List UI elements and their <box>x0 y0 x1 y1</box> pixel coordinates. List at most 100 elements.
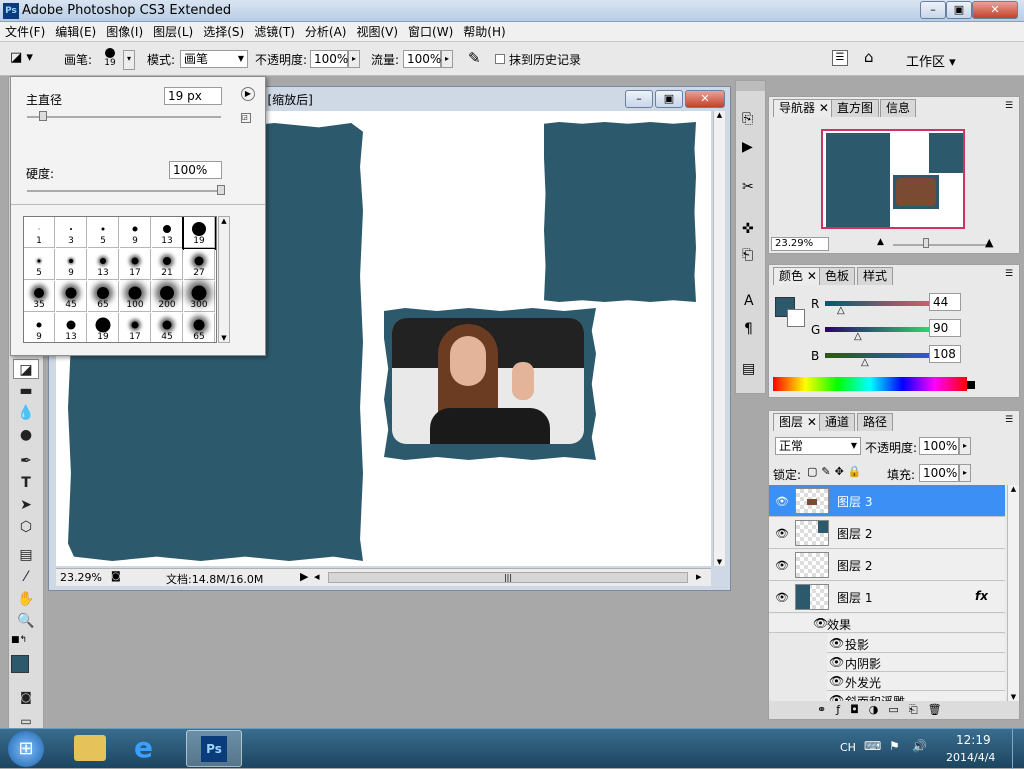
airbrush-icon[interactable]: ✎ <box>468 49 481 67</box>
clock-date[interactable]: 2014/4/4 <box>946 751 995 764</box>
status-icon[interactable]: ◙ <box>111 571 121 582</box>
paragraph-panel-icon[interactable]: ¶ <box>744 321 753 337</box>
effect-bevel-emboss[interactable]: 👁斜面和浮雕 <box>827 691 1005 701</box>
doc-close-button[interactable]: ✕ <box>685 90 725 108</box>
layers-scrollbar[interactable]: ▲ ▼ <box>1007 485 1019 701</box>
visibility-eye-icon[interactable]: 👁 <box>775 559 789 572</box>
effect-outer-glow[interactable]: 👁 外发光 <box>827 672 1005 691</box>
visibility-eye-icon[interactable]: 👁 <box>775 527 789 540</box>
menu-edit[interactable]: 编辑(E) <box>50 22 101 42</box>
tab-swatches[interactable]: 色板 <box>819 267 856 285</box>
show-desktop-button[interactable] <box>1012 729 1024 769</box>
navigator-zoom-thumb[interactable] <box>923 238 929 248</box>
brush-preset[interactable]: 5 <box>24 249 55 280</box>
eye-icon[interactable]: 👁 <box>813 616 828 630</box>
tab-channels[interactable]: 通道 <box>819 413 856 431</box>
foreground-color-swatch[interactable] <box>11 655 29 673</box>
new-group-icon[interactable]: ▭ <box>888 703 908 716</box>
brush-preset[interactable]: 35 <box>24 281 55 312</box>
tab-styles[interactable]: 样式 <box>857 267 894 285</box>
tab-layers[interactable]: 图层 ✕ <box>773 413 823 431</box>
workspace-menu[interactable]: 工作区 ▾ <box>906 51 956 70</box>
opacity-input[interactable]: 100% <box>310 50 348 68</box>
menu-file[interactable]: 文件(F) <box>0 22 50 42</box>
channel-r-input[interactable]: 44 <box>929 293 961 311</box>
mode-select[interactable]: 画笔 ▼ <box>180 50 248 68</box>
quick-mask-icon[interactable]: ◙ <box>13 687 39 707</box>
vertical-scrollbar[interactable]: ▲ ▼ <box>713 111 725 566</box>
diameter-input[interactable]: 19 px <box>164 87 222 105</box>
diameter-slider-thumb[interactable] <box>39 111 47 121</box>
history-panel-icon[interactable]: ⎘ <box>742 111 753 127</box>
status-menu-arrow-icon[interactable]: ▶ <box>300 570 308 583</box>
menu-help[interactable]: 帮助(H) <box>458 22 510 42</box>
brush-picker[interactable]: 19 <box>100 46 120 72</box>
panel-menu-icon[interactable]: ☰ <box>1005 101 1013 111</box>
preset-scrollbar[interactable]: ▲ ▼ <box>218 216 230 343</box>
brush-preset[interactable]: 13 <box>88 249 119 280</box>
brush-preset[interactable]: 9 <box>24 313 55 342</box>
lock-icons[interactable]: ▢✎✥🔒 <box>807 465 866 478</box>
layer-name[interactable]: 图层 2 <box>837 525 872 542</box>
brush-dropdown-button[interactable]: ▾ <box>123 50 135 70</box>
fill-input[interactable]: 100% <box>919 464 959 482</box>
restore-button[interactable]: ▣ <box>946 1 972 19</box>
hardness-slider[interactable] <box>27 190 221 192</box>
add-style-icon[interactable]: ƒ <box>836 703 850 716</box>
layers-opacity-slider-button[interactable]: ▸ <box>959 437 971 455</box>
channel-g-input[interactable]: 90 <box>929 319 961 337</box>
brush-preset[interactable]: 65 <box>88 281 119 312</box>
layer-row-2a[interactable]: 👁 图层 2 <box>769 517 1005 549</box>
doc-minimize-button[interactable]: – <box>625 90 653 108</box>
adjustment-layer-icon[interactable]: ◑ <box>869 703 889 716</box>
brush-preset[interactable]: 9 <box>120 217 151 248</box>
flag-icon[interactable]: ⚑ <box>889 739 900 753</box>
minimize-button[interactable]: – <box>920 1 946 19</box>
layer-row-1[interactable]: 👁 图层 1 fx <box>769 581 1005 613</box>
tab-navigator[interactable]: 导航器 ✕ <box>773 99 835 117</box>
notes-tool-icon[interactable]: ▤ <box>13 545 39 565</box>
layer-row-3[interactable]: 👁 图层 3 <box>769 485 1005 517</box>
delete-layer-icon[interactable]: 🗑 <box>928 703 952 716</box>
blur-tool-icon[interactable]: 💧 <box>13 403 39 423</box>
tab-paths[interactable]: 路径 <box>857 413 894 431</box>
diameter-slider[interactable] <box>27 116 221 118</box>
brush-preset[interactable]: 13 <box>152 217 183 248</box>
brush-preset[interactable]: 13 <box>56 313 87 342</box>
eye-icon[interactable]: 👁 <box>829 636 844 650</box>
hardness-slider-thumb[interactable] <box>217 185 225 195</box>
scroll-up-icon[interactable]: ▲ <box>714 111 725 119</box>
tab-color[interactable]: 颜色 ✕ <box>773 267 823 285</box>
menu-filter[interactable]: 滤镜(T) <box>249 22 300 42</box>
tab-histogram[interactable]: 直方图 <box>831 99 880 117</box>
dodge-tool-icon[interactable]: ● <box>13 425 39 445</box>
brush-preset[interactable]: 65 <box>184 313 215 342</box>
fill-slider-button[interactable]: ▸ <box>959 464 971 482</box>
brush-preset[interactable]: 19 <box>88 313 119 342</box>
palette-well-icon[interactable]: ☰ <box>832 50 848 66</box>
menu-view[interactable]: 视图(V) <box>351 22 403 42</box>
close-button[interactable]: ✕ <box>972 1 1018 19</box>
gradient-tool-icon[interactable]: ▬ <box>13 381 39 401</box>
explorer-taskbar-icon[interactable] <box>74 735 106 761</box>
character-panel-icon[interactable]: A <box>744 293 754 309</box>
panel-menu-icon[interactable]: ▶ <box>241 87 255 101</box>
visibility-eye-icon[interactable]: 👁 <box>775 591 789 604</box>
navigator-preview[interactable] <box>821 129 965 229</box>
new-layer-icon[interactable]: ⎗ <box>909 703 928 716</box>
brush-preset[interactable]: 3 <box>56 217 87 248</box>
effect-inner-shadow[interactable]: 👁 内阴影 <box>827 653 1005 672</box>
scroll-down-icon[interactable]: ▼ <box>714 558 725 566</box>
layers-scroll-down-icon[interactable]: ▼ <box>1008 693 1019 701</box>
menu-window[interactable]: 窗口(W) <box>403 22 458 42</box>
photoshop-taskbar-button[interactable]: Ps <box>186 730 242 767</box>
layers-opacity-input[interactable]: 100% <box>919 437 959 455</box>
eye-icon[interactable]: 👁 <box>829 693 844 701</box>
layer-name[interactable]: 图层 1 <box>837 589 872 606</box>
eye-icon[interactable]: 👁 <box>829 655 844 669</box>
visibility-eye-icon[interactable]: 👁 <box>775 495 789 508</box>
brush-preset[interactable]: 17 <box>120 313 151 342</box>
tab-info[interactable]: 信息 <box>880 99 917 117</box>
hand-tool-icon[interactable]: ✋ <box>13 589 39 609</box>
preset-scroll-down-icon[interactable]: ▼ <box>219 334 229 342</box>
